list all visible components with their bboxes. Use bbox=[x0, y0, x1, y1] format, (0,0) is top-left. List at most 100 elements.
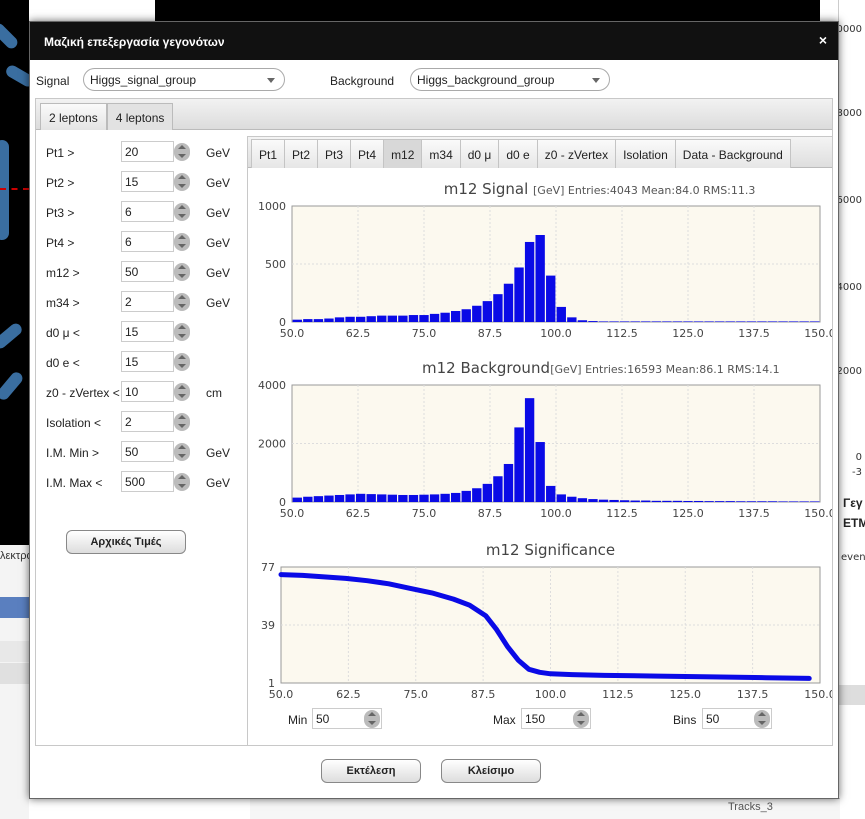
spinner-icon[interactable] bbox=[174, 353, 190, 371]
param-input[interactable]: 50 bbox=[121, 441, 174, 462]
spinner-icon[interactable] bbox=[174, 143, 190, 161]
spin-down-icon[interactable] bbox=[174, 272, 190, 281]
spin-down-icon[interactable] bbox=[174, 332, 190, 341]
param-input[interactable]: 6 bbox=[121, 231, 174, 252]
spin-up-icon[interactable] bbox=[174, 293, 190, 302]
param-row: m34 > 2 GeV bbox=[46, 291, 246, 313]
histogram-bar bbox=[514, 267, 524, 322]
spin-up-icon[interactable] bbox=[174, 263, 190, 272]
spin-down-icon[interactable] bbox=[174, 182, 190, 191]
signal-select[interactable]: Higgs_signal_group bbox=[83, 68, 285, 91]
spin-up-icon[interactable] bbox=[174, 233, 190, 242]
spin-up-icon[interactable] bbox=[174, 203, 190, 212]
param-input[interactable]: 500 bbox=[121, 471, 174, 492]
spinner-icon[interactable] bbox=[174, 263, 190, 281]
spin-up-icon[interactable] bbox=[174, 443, 190, 452]
spinner-icon[interactable] bbox=[174, 443, 190, 461]
tab-pt4[interactable]: Pt4 bbox=[350, 139, 385, 168]
param-label: I.M. Min > bbox=[46, 446, 100, 460]
param-input[interactable]: 10 bbox=[121, 381, 174, 402]
histogram-bar bbox=[598, 321, 609, 322]
x-tick-label: 150.0 bbox=[804, 688, 832, 701]
range-max-label: Max bbox=[493, 713, 516, 727]
param-input[interactable]: 20 bbox=[121, 141, 174, 162]
spin-up-icon[interactable] bbox=[174, 353, 190, 362]
spinner-icon[interactable] bbox=[754, 710, 770, 728]
histogram-bar bbox=[461, 490, 471, 502]
histogram-bar bbox=[387, 315, 397, 322]
histogram-bar bbox=[799, 321, 809, 322]
param-input[interactable]: 15 bbox=[121, 351, 174, 372]
spinner-icon[interactable] bbox=[174, 413, 190, 431]
spin-down-icon[interactable] bbox=[174, 482, 190, 491]
spin-up-icon[interactable] bbox=[174, 143, 190, 152]
param-unit: GeV bbox=[206, 296, 231, 310]
histogram-bar bbox=[503, 463, 514, 502]
tab-data-background[interactable]: Data - Background bbox=[674, 139, 791, 168]
param-input[interactable]: 50 bbox=[121, 261, 174, 282]
tab-d0-μ[interactable]: d0 μ bbox=[459, 139, 500, 168]
tab-2-leptons[interactable]: 2 leptons bbox=[40, 103, 107, 130]
spinner-icon[interactable] bbox=[174, 233, 190, 251]
spinner-icon[interactable] bbox=[174, 383, 190, 401]
tab-m34[interactable]: m34 bbox=[421, 139, 461, 168]
spinner-icon[interactable] bbox=[174, 203, 190, 221]
spinner-icon[interactable] bbox=[174, 473, 190, 491]
tab-d0-e[interactable]: d0 e bbox=[498, 139, 538, 168]
tab-pt2[interactable]: Pt2 bbox=[284, 139, 319, 168]
spin-down-icon[interactable] bbox=[174, 212, 190, 221]
param-unit: GeV bbox=[206, 236, 231, 250]
close-icon[interactable]: × bbox=[819, 32, 827, 48]
spin-up-icon[interactable] bbox=[174, 473, 190, 482]
spin-down-icon[interactable] bbox=[174, 152, 190, 161]
tab-pt3[interactable]: Pt3 bbox=[317, 139, 352, 168]
spinner-icon[interactable] bbox=[573, 710, 589, 728]
run-button[interactable]: Εκτέλεση bbox=[321, 759, 421, 783]
tab-pt1[interactable]: Pt1 bbox=[251, 139, 286, 168]
param-input[interactable]: 15 bbox=[121, 321, 174, 342]
x-tick-label: 62.5 bbox=[336, 688, 361, 701]
spin-up-icon[interactable] bbox=[174, 383, 190, 392]
tab-z0-zvertex[interactable]: z0 - zVertex bbox=[536, 139, 617, 168]
spin-up-icon[interactable] bbox=[754, 710, 770, 719]
x-tick-label: 75.0 bbox=[412, 327, 437, 340]
background-right-tab[interactable]: eventc bbox=[841, 552, 865, 563]
tab-m12[interactable]: m12 bbox=[383, 139, 423, 168]
spin-down-icon[interactable] bbox=[174, 302, 190, 311]
chart-title: m12 Significance bbox=[486, 541, 615, 559]
param-input[interactable]: 2 bbox=[121, 291, 174, 312]
param-input[interactable]: 2 bbox=[121, 411, 174, 432]
param-row: m12 > 50 GeV bbox=[46, 261, 246, 283]
param-input[interactable]: 6 bbox=[121, 201, 174, 222]
param-input[interactable]: 15 bbox=[121, 171, 174, 192]
spinner-icon[interactable] bbox=[174, 293, 190, 311]
spin-down-icon[interactable] bbox=[573, 719, 589, 728]
spin-up-icon[interactable] bbox=[174, 323, 190, 332]
spin-down-icon[interactable] bbox=[174, 422, 190, 431]
spin-down-icon[interactable] bbox=[364, 719, 380, 728]
spin-up-icon[interactable] bbox=[174, 413, 190, 422]
spinner-icon[interactable] bbox=[174, 323, 190, 341]
spin-down-icon[interactable] bbox=[174, 452, 190, 461]
background-left-tab[interactable]: λεκτρό bbox=[0, 550, 33, 562]
tab-isolation[interactable]: Isolation bbox=[615, 139, 676, 168]
histogram-bar bbox=[683, 321, 693, 322]
background-right-row bbox=[838, 685, 865, 705]
reset-defaults-button[interactable]: Αρχικές Τιμές bbox=[66, 530, 186, 554]
spin-down-icon[interactable] bbox=[174, 242, 190, 251]
spin-down-icon[interactable] bbox=[174, 392, 190, 401]
spin-down-icon[interactable] bbox=[174, 362, 190, 371]
spin-up-icon[interactable] bbox=[174, 173, 190, 182]
spinner-icon[interactable] bbox=[174, 173, 190, 191]
spinner-icon[interactable] bbox=[364, 710, 380, 728]
spin-up-icon[interactable] bbox=[364, 710, 380, 719]
spin-down-icon[interactable] bbox=[754, 719, 770, 728]
spin-up-icon[interactable] bbox=[573, 710, 589, 719]
signal-label: Signal bbox=[36, 74, 70, 88]
histogram-bar bbox=[672, 321, 683, 322]
close-button[interactable]: Κλείσιμο bbox=[441, 759, 541, 783]
x-tick-label: 137.5 bbox=[737, 688, 769, 701]
background-select[interactable]: Higgs_background_group bbox=[410, 68, 610, 91]
tab-4-leptons[interactable]: 4 leptons bbox=[106, 103, 174, 130]
x-tick-label: 75.0 bbox=[412, 507, 437, 520]
